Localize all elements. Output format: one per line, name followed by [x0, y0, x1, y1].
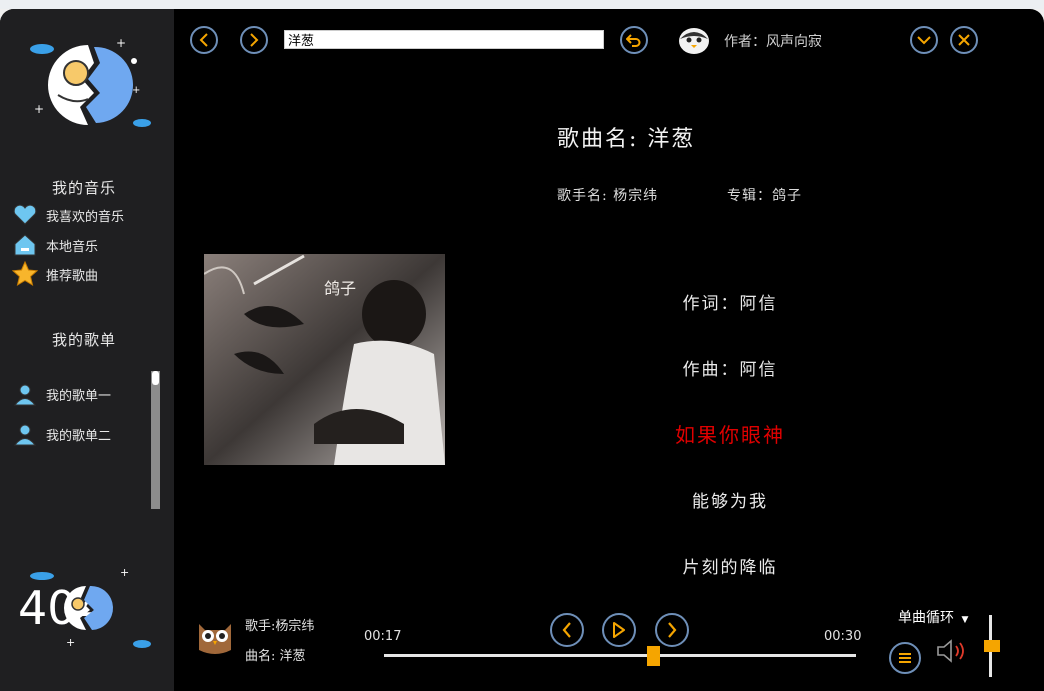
sidebar-item-label: 推荐歌曲 [46, 268, 99, 284]
chevron-right-icon [250, 33, 259, 47]
star-icon [12, 261, 38, 287]
lyric-line-current: 如果你眼神 [675, 423, 785, 447]
play-icon [613, 622, 625, 638]
lyric-line: 作曲：阿信 [682, 360, 778, 380]
undo-arrow-icon [626, 34, 641, 47]
lyric-line: 片刻的降临 [682, 558, 778, 578]
progress-bar[interactable] [384, 654, 856, 657]
svg-text:+: + [116, 36, 126, 50]
minimize-button[interactable] [910, 26, 938, 54]
next-track-button[interactable] [655, 613, 689, 647]
lyric-line: 作词：阿信 [682, 294, 778, 314]
sidebar-item-local-music[interactable]: 本地音乐 [12, 232, 98, 258]
my-playlists-title: 我的歌单 [52, 331, 117, 349]
sidebar-item-label: 本地音乐 [46, 239, 99, 255]
logo-404: + + 404 [18, 566, 151, 649]
playlist-item-label: 我的歌单二 [46, 428, 112, 444]
author-label: 作者：风声向寂 [724, 34, 822, 50]
song-title: 歌曲名: 洋葱 [557, 127, 696, 152]
playlist-item-two[interactable]: 我的歌单二 [12, 421, 111, 447]
music-player-window: + + + 我的音乐 我喜欢的音乐 本地音乐 推荐歌曲 我的歌单 我的歌单一 我… [0, 9, 1044, 691]
playlist-menu-button[interactable] [889, 642, 921, 674]
volume-handle[interactable] [984, 640, 1000, 652]
chevron-right-icon [668, 622, 677, 638]
play-mode-label: 单曲循环 [898, 610, 954, 626]
close-icon [958, 34, 970, 46]
volume-icon[interactable] [936, 639, 968, 663]
heart-icon [12, 202, 38, 228]
scrollbar-thumb[interactable] [152, 371, 159, 385]
my-music-title: 我的音乐 [52, 179, 117, 197]
progress-handle[interactable] [646, 646, 660, 666]
close-button[interactable] [950, 26, 978, 54]
window-top-strip [0, 0, 1044, 9]
playlist-item-label: 我的歌单一 [46, 388, 112, 404]
playlist-scrollbar[interactable] [151, 371, 160, 509]
back-button[interactable] [190, 26, 218, 54]
user-icon [12, 381, 38, 407]
chevron-down-icon [917, 36, 931, 45]
caret-down-icon: ▼ [961, 615, 969, 625]
home-icon [12, 232, 38, 258]
player-avatar [199, 624, 231, 654]
player-song-name: 曲名: 洋葱 [245, 649, 306, 664]
singer-name: 歌手名: 杨宗纬 [557, 188, 659, 204]
svg-text:+: + [34, 102, 44, 116]
svg-text:+: + [66, 636, 75, 649]
svg-text:+: + [120, 566, 129, 579]
previous-track-button[interactable] [550, 613, 584, 647]
app-logo: + + + [30, 36, 151, 127]
total-time: 00:30 [824, 629, 862, 644]
lyric-line: 能够为我 [692, 492, 768, 512]
playlist-item-one[interactable]: 我的歌单一 [12, 381, 111, 407]
sidebar-item-favorites[interactable]: 我喜欢的音乐 [12, 202, 124, 228]
author-avatar [679, 28, 709, 54]
sidebar-item-recommended[interactable]: 推荐歌曲 [12, 261, 98, 287]
menu-icon [899, 653, 911, 663]
player-singer: 歌手:杨宗纬 [245, 619, 315, 634]
svg-text:+: + [132, 85, 140, 96]
search-input[interactable] [284, 30, 604, 49]
current-time: 00:17 [364, 629, 402, 644]
search-submit-button[interactable] [620, 26, 648, 54]
sidebar: + + + 我的音乐 我喜欢的音乐 本地音乐 推荐歌曲 我的歌单 我的歌单一 我… [0, 9, 174, 691]
forward-button[interactable] [240, 26, 268, 54]
chevron-left-icon [562, 622, 571, 638]
user-icon [12, 421, 38, 447]
album-cover-title: 鸽子 [324, 279, 356, 298]
play-button[interactable] [602, 613, 636, 647]
play-mode-dropdown[interactable]: 单曲循环 ▼ [898, 607, 968, 627]
chevron-left-icon [199, 33, 208, 47]
sidebar-item-label: 我喜欢的音乐 [46, 209, 125, 225]
album-cover: 鸽子 [204, 254, 445, 465]
album-name: 专辑：鸽子 [727, 188, 802, 204]
